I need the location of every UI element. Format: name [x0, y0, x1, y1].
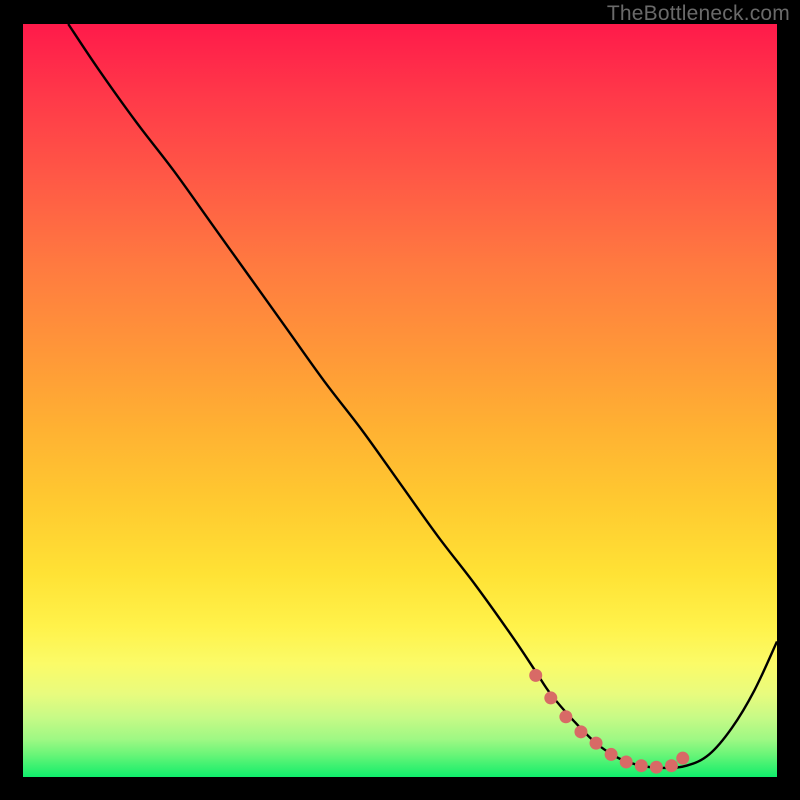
optimal-dot: [635, 759, 648, 772]
plot-area: [23, 24, 777, 777]
optimal-dot: [650, 761, 663, 774]
optimal-zone-dots: [529, 669, 689, 774]
optimal-dot: [620, 755, 633, 768]
chart-svg: [23, 24, 777, 777]
bottleneck-curve: [68, 24, 777, 768]
optimal-dot: [544, 691, 557, 704]
optimal-dot: [605, 748, 618, 761]
optimal-dot: [574, 725, 587, 738]
watermark-text: TheBottleneck.com: [607, 2, 790, 26]
optimal-dot: [590, 737, 603, 750]
chart-container: [23, 24, 777, 777]
optimal-dot: [529, 669, 542, 682]
optimal-dot: [665, 759, 678, 772]
optimal-dot: [559, 710, 572, 723]
optimal-dot: [676, 752, 689, 765]
